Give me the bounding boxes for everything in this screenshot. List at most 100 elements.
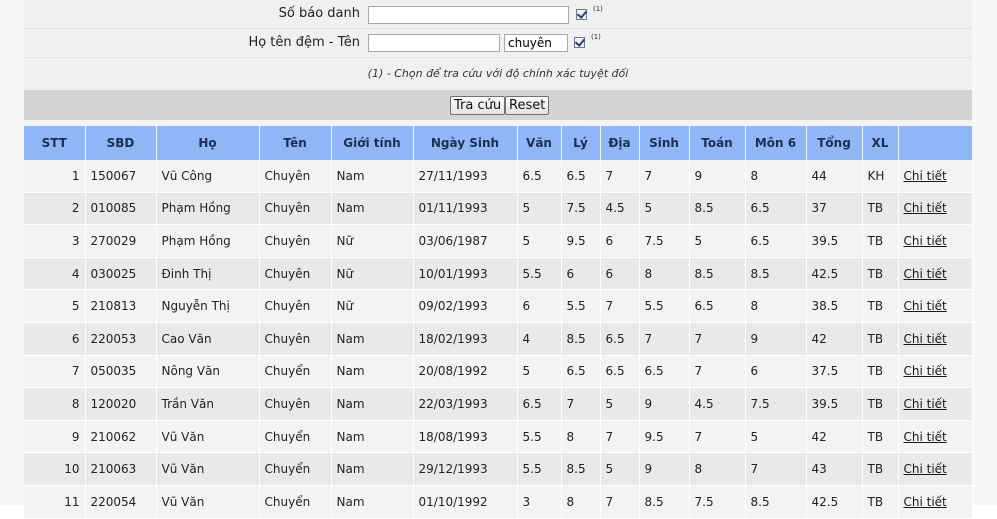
table-cell: 5.5: [517, 452, 562, 486]
detail-link[interactable]: Chi tiết: [904, 201, 947, 215]
table-cell: 030025: [85, 257, 157, 291]
table-row: 11 220054 Vũ Văn Chuyển Nam 01/10/1992 3 8 7 8.5 7…: [24, 485, 973, 519]
detail-link[interactable]: Chi tiết: [904, 462, 947, 476]
detail-cell: Chi tiết: [898, 224, 973, 258]
table-cell: Chuyên: [259, 387, 332, 421]
table-cell: 6.5: [561, 160, 601, 193]
table-cell: Chuyên: [259, 224, 332, 258]
table-cell: Chuyên: [259, 160, 332, 193]
table-cell: 120020: [85, 387, 157, 421]
table-cell: Nữ: [331, 257, 414, 291]
table-cell: 210813: [85, 289, 157, 323]
column-header: SBD: [85, 126, 157, 160]
table-cell: 29/12/1993: [413, 452, 518, 486]
table-cell: Nam: [331, 355, 414, 389]
table-cell: 6.5: [517, 387, 562, 421]
table-cell: 6.5: [600, 322, 640, 356]
table-cell: TB: [862, 192, 899, 226]
table-cell: 270029: [85, 224, 157, 258]
table-row: 6 220053 Cao Văn Chuyên Nam 18/02/1993 4 8.5 6.5…: [24, 322, 973, 356]
reset-button[interactable]: Reset: [505, 96, 550, 115]
table-cell: 43: [806, 452, 863, 486]
table-cell: 6: [24, 322, 86, 356]
given-name-input[interactable]: [504, 34, 568, 52]
name-input[interactable]: [368, 34, 500, 52]
table-cell: 7: [689, 322, 746, 356]
table-cell: Nam: [331, 192, 414, 226]
table-header: STT SBD Họ Tên Giới tính Ngày Sinh Văn Lý Địa Sin…: [24, 126, 973, 160]
table-cell: 22/03/1993: [413, 387, 518, 421]
table-cell: 03/06/1987: [413, 224, 518, 258]
column-header: Sinh: [639, 126, 690, 160]
table-cell: 18/02/1993: [413, 322, 518, 356]
table-cell: Nam: [331, 485, 414, 519]
table-cell: 6: [745, 355, 807, 389]
table-cell: 7.5: [561, 192, 601, 226]
table-cell: 7: [639, 322, 690, 356]
table-cell: 7: [600, 485, 640, 519]
sbd-footnote: (1): [593, 5, 603, 13]
detail-link[interactable]: Chi tiết: [904, 234, 947, 248]
table-cell: 7: [561, 387, 601, 421]
table-cell: TB: [862, 322, 899, 356]
table-cell: 5: [517, 224, 562, 258]
table-cell: 42.5: [806, 485, 863, 519]
search-button[interactable]: Tra cứu: [450, 96, 506, 115]
table-cell: Nữ: [331, 289, 414, 323]
detail-link[interactable]: Chi tiết: [904, 169, 947, 183]
table-cell: 8: [689, 452, 746, 486]
table-cell: 5: [639, 192, 690, 226]
table-cell: 7: [745, 452, 807, 486]
table-cell: 37: [806, 192, 863, 226]
detail-link[interactable]: Chi tiết: [904, 267, 947, 281]
table-row: 2 010085 Phạm Hồng Chuyên Nam 01/11/1993 5 7.5 4…: [24, 192, 973, 226]
detail-link[interactable]: Chi tiết: [904, 364, 947, 378]
detail-link[interactable]: Chi tiết: [904, 495, 947, 509]
table-cell: 11: [24, 485, 86, 519]
table-cell: 8: [24, 387, 86, 421]
table-cell: 8: [639, 257, 690, 291]
sbd-exact-checkbox[interactable]: [576, 9, 587, 20]
table-cell: Phạm Hồng: [156, 224, 260, 258]
detail-link[interactable]: Chi tiết: [904, 430, 947, 444]
table-cell: 220053: [85, 322, 157, 356]
column-header: Lý: [561, 126, 601, 160]
detail-cell: Chi tiết: [898, 355, 973, 389]
table-cell: Chuyên: [259, 322, 332, 356]
table-cell: Đinh Thị: [156, 257, 260, 291]
table-cell: 9: [639, 387, 690, 421]
table-cell: 18/08/1993: [413, 420, 518, 454]
table-cell: Trần Văn: [156, 387, 260, 421]
table-row: 9 210062 Vũ Văn Chuyển Nam 18/08/1993 5.5 8 7 9.5…: [24, 420, 973, 454]
table-cell: 1: [24, 160, 86, 193]
name-exact-checkbox[interactable]: [574, 37, 585, 48]
table-cell: Phạm Hồng: [156, 192, 260, 226]
sbd-label: Số báo danh: [278, 6, 360, 21]
table-cell: 42: [806, 322, 863, 356]
detail-link[interactable]: Chi tiết: [904, 299, 947, 313]
table-cell: 20/08/1992: [413, 355, 518, 389]
detail-link[interactable]: Chi tiết: [904, 397, 947, 411]
table-cell: 6: [600, 224, 640, 258]
sbd-input[interactable]: [368, 6, 569, 24]
table-cell: Chuyên: [259, 289, 332, 323]
search-panel: Số báo danh (1) Họ tên đệm - Tên (1) (1)…: [24, 0, 973, 519]
table-cell: 6.5: [639, 355, 690, 389]
table-cell: 4: [24, 257, 86, 291]
table-cell: Nam: [331, 452, 414, 486]
table-cell: TB: [862, 485, 899, 519]
table-row: 10 210063 Vũ Văn Chuyển Nam 29/12/1993 5.5 8.5 5…: [24, 452, 973, 486]
table-cell: 8.5: [689, 257, 746, 291]
table-cell: TB: [862, 420, 899, 454]
table-cell: 7: [600, 420, 640, 454]
table-row: 4 030025 Đinh Thị Chuyên Nữ 10/01/1993 5.5 6 6 8 8…: [24, 257, 973, 291]
table-cell: 7.5: [639, 224, 690, 258]
detail-link[interactable]: Chi tiết: [904, 332, 947, 346]
table-cell: Chuyên: [259, 257, 332, 291]
table-cell: Chuyển: [259, 485, 332, 519]
table-cell: 7: [689, 355, 746, 389]
column-header: XL: [862, 126, 899, 160]
table-cell: Nông Văn: [156, 355, 260, 389]
column-header: Văn: [517, 126, 562, 160]
table-cell: 38.5: [806, 289, 863, 323]
